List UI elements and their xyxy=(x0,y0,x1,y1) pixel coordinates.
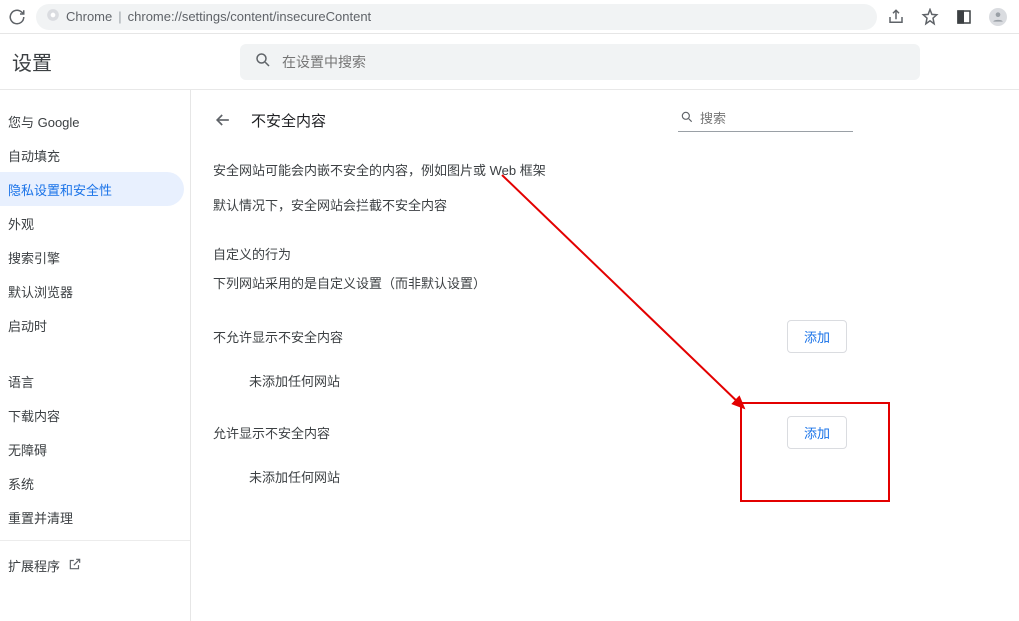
sidebar-item-label: 下载内容 xyxy=(8,406,60,425)
sidebar-item-label: 语言 xyxy=(8,372,34,391)
content-search-input[interactable] xyxy=(700,111,876,126)
custom-behavior-subtitle: 下列网站采用的是自定义设置（而非默认设置） xyxy=(213,273,853,292)
sidebar-item-privacy-security[interactable]: 隐私设置和安全性 xyxy=(0,172,184,206)
back-arrow-icon[interactable] xyxy=(213,110,233,130)
sidebar-item-label: 外观 xyxy=(8,214,34,233)
block-insecure-row: 不允许显示不安全内容 添加 xyxy=(213,320,853,353)
settings-title: 设置 xyxy=(12,47,240,76)
sidebar-item-label: 默认浏览器 xyxy=(8,282,73,301)
add-block-site-button[interactable]: 添加 xyxy=(787,320,847,353)
settings-content: 不安全内容 安全网站可能会内嵌不安全的内容，例如图片或 Web 框架 默认情况下… xyxy=(191,90,1019,621)
sidebar-item-appearance[interactable]: 外观 xyxy=(0,206,184,240)
block-empty-note: 未添加任何网站 xyxy=(213,353,853,402)
sidebar-item-label: 无障碍 xyxy=(8,440,47,459)
sidebar-item-extensions[interactable]: 扩展程序 xyxy=(0,547,190,583)
sidebar-item-label: 隐私设置和安全性 xyxy=(8,180,112,199)
sidebar-item-label: 自动填充 xyxy=(8,146,60,165)
sidebar-item-label: 重置并清理 xyxy=(8,508,73,527)
allow-empty-note: 未添加任何网站 xyxy=(213,449,853,498)
sidebar-item-autofill[interactable]: 自动填充 xyxy=(0,138,184,172)
sidebar-item-label: 您与 Google xyxy=(8,112,80,131)
profile-avatar-icon[interactable] xyxy=(989,8,1007,26)
allow-insecure-label: 允许显示不安全内容 xyxy=(213,423,330,442)
sidebar-item-label: 启动时 xyxy=(8,316,47,335)
custom-behavior-title: 自定义的行为 xyxy=(213,244,853,263)
url-path: chrome://settings/content/insecureConten… xyxy=(128,9,372,24)
search-icon xyxy=(680,110,694,127)
sidebar-item-you-and-google[interactable]: 您与 Google xyxy=(0,104,184,138)
url-source-label: Chrome xyxy=(66,9,112,24)
settings-search[interactable] xyxy=(240,44,920,80)
sidebar-item-reset-cleanup[interactable]: 重置并清理 xyxy=(0,500,184,534)
sidebar-item-label: 搜索引擎 xyxy=(8,248,60,267)
sidebar-item-default-browser[interactable]: 默认浏览器 xyxy=(0,274,184,308)
description-line-1: 安全网站可能会内嵌不安全的内容，例如图片或 Web 框架 xyxy=(213,160,853,179)
sidebar-item-accessibility[interactable]: 无障碍 xyxy=(0,432,184,466)
browser-toolbar-icons xyxy=(887,8,1011,26)
add-allow-site-button[interactable]: 添加 xyxy=(787,416,847,449)
url-bar[interactable]: Chrome | chrome://settings/content/insec… xyxy=(36,4,877,30)
url-divider: | xyxy=(118,9,121,24)
description-line-2: 默认情况下，安全网站会拦截不安全内容 xyxy=(213,195,853,214)
sidebar-item-system[interactable]: 系统 xyxy=(0,466,184,500)
settings-sidebar: 您与 Google 自动填充 隐私设置和安全性 外观 搜索引擎 默认浏览器 启动… xyxy=(0,90,190,621)
panel-icon[interactable] xyxy=(955,8,973,26)
allow-insecure-row: 允许显示不安全内容 添加 xyxy=(213,416,853,449)
settings-header: 设置 xyxy=(0,34,1019,90)
sidebar-item-search-engine[interactable]: 搜索引擎 xyxy=(0,240,184,274)
bookmark-star-icon[interactable] xyxy=(921,8,939,26)
sidebar-item-label: 系统 xyxy=(8,474,34,493)
sidebar-item-downloads[interactable]: 下载内容 xyxy=(0,398,184,432)
search-icon xyxy=(254,51,272,72)
chrome-logo-icon xyxy=(46,8,60,25)
content-search[interactable] xyxy=(678,108,853,132)
share-icon[interactable] xyxy=(887,8,905,26)
page-title: 不安全内容 xyxy=(251,110,660,131)
reload-icon[interactable] xyxy=(8,8,26,26)
sidebar-item-label: 扩展程序 xyxy=(8,556,60,575)
sidebar-item-languages[interactable]: 语言 xyxy=(0,364,184,398)
external-link-icon xyxy=(68,557,82,574)
sidebar-item-on-startup[interactable]: 启动时 xyxy=(0,308,184,342)
settings-search-input[interactable] xyxy=(282,54,906,70)
block-insecure-label: 不允许显示不安全内容 xyxy=(213,327,343,346)
browser-omnibox-row: Chrome | chrome://settings/content/insec… xyxy=(0,0,1019,34)
